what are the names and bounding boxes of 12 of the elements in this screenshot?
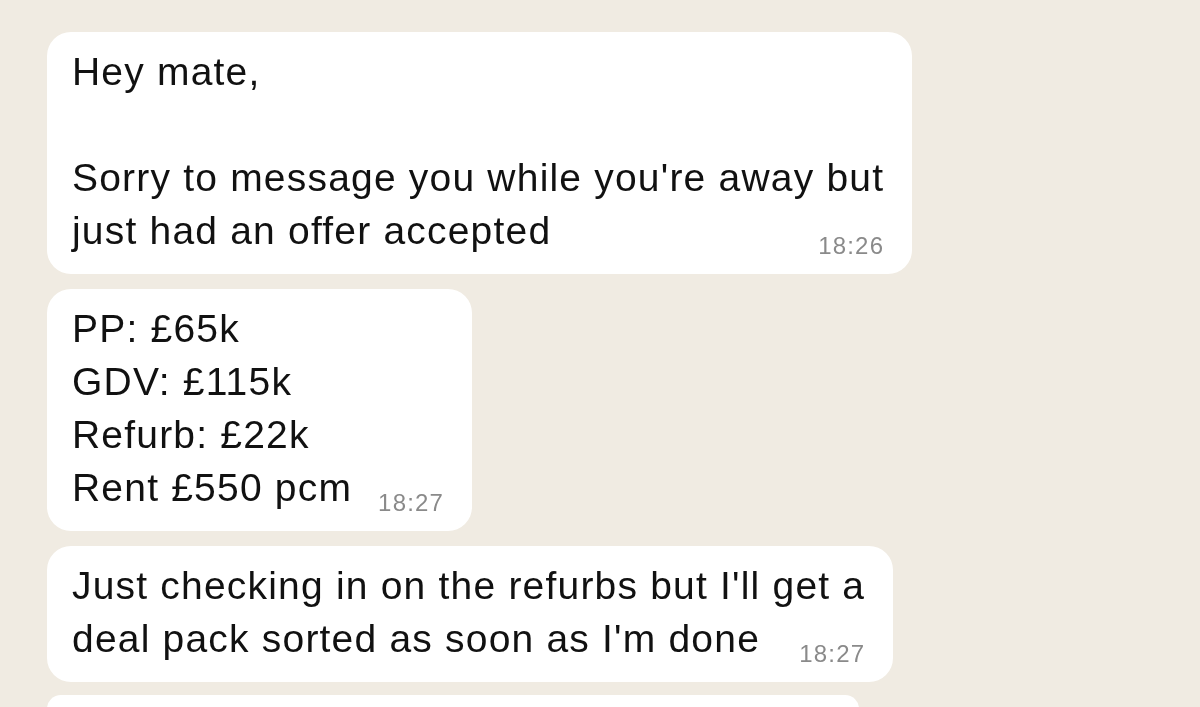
message-time: 18:27 — [377, 488, 445, 518]
message-text: Just checking in on the refurbs but I'll get a — [72, 563, 866, 609]
message-text: GDV: £115k — [72, 359, 293, 405]
message-text: just had an offer accepted — [72, 208, 552, 254]
message-text: deal pack sorted as soon as I'm done — [72, 616, 761, 662]
message-time: 18:26 — [817, 231, 885, 261]
message-text: Sorry to message you while you're away but — [72, 155, 885, 201]
message-text: Hey mate, — [72, 49, 261, 95]
message-text: Refurb: £22k — [72, 412, 310, 458]
message-time: 18:27 — [798, 639, 866, 669]
message-text: PP: £65k — [72, 306, 240, 352]
message-text: Rent £550 pcm — [72, 465, 353, 511]
